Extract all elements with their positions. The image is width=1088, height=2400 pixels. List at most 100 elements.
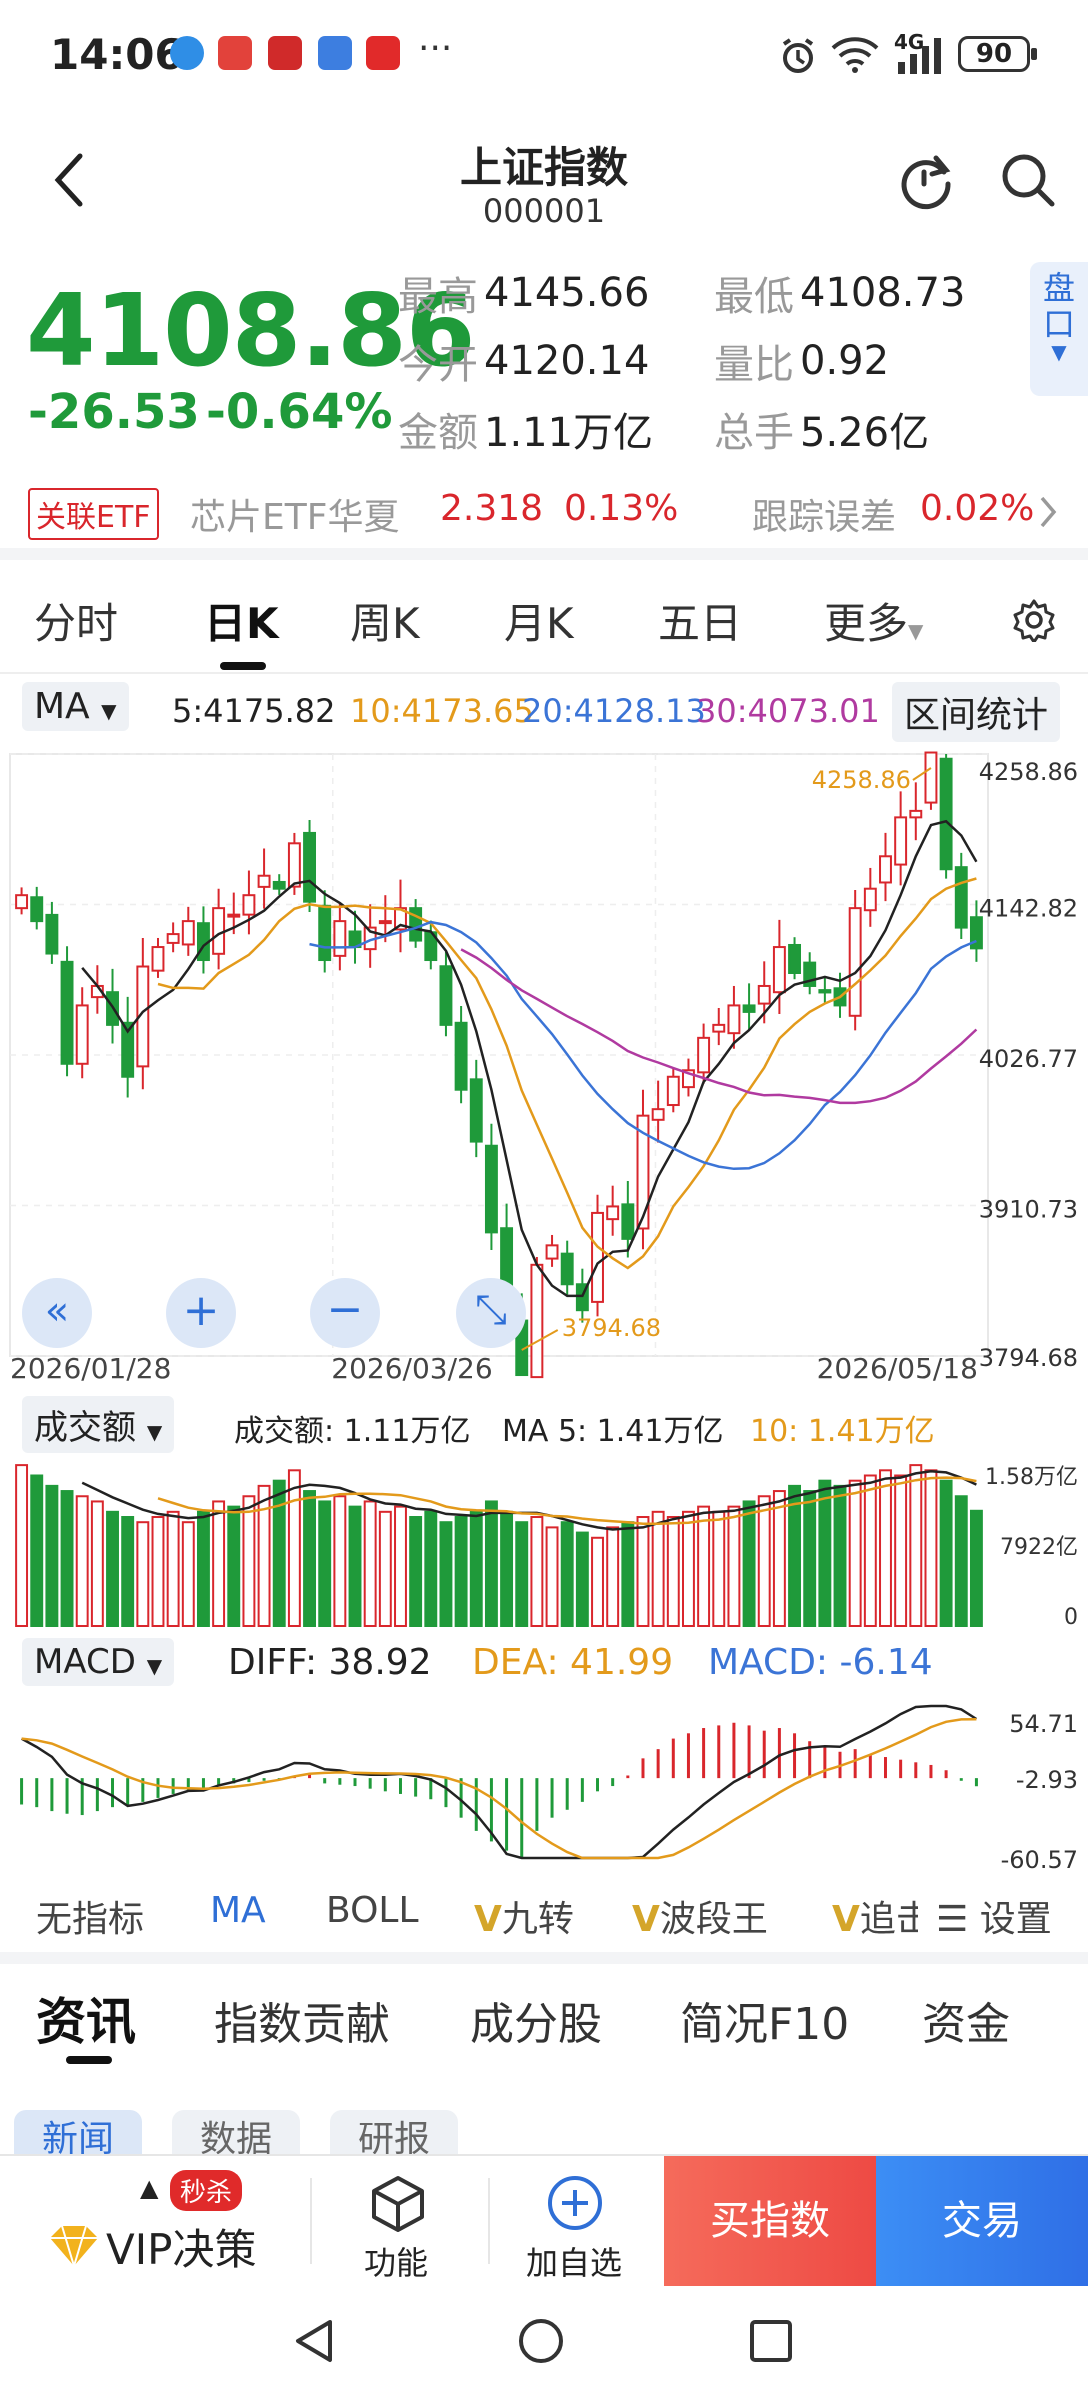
pankou-button[interactable]: 盘口 ▼	[1030, 262, 1088, 396]
divider	[0, 672, 1088, 674]
ma5-value: 5:4175.82	[172, 692, 336, 730]
gear-icon[interactable]	[1012, 598, 1056, 642]
volume-bar	[363, 1500, 377, 1627]
indicator-boduanwang[interactable]: V波段王	[632, 1890, 768, 1942]
bottom-action-bar: 秒杀 ▲ VIP决策 功能 加自选 买指数 交易	[0, 2154, 1088, 2286]
etf-pct: 0.13%	[564, 488, 679, 529]
stat-value: 1.11万亿	[484, 410, 654, 456]
volume-bar	[863, 1474, 877, 1628]
vip-decision-button[interactable]: 秒杀 ▲ VIP决策	[0, 2156, 310, 2286]
related-etf-tag: 关联ETF	[28, 488, 159, 540]
etf-price: 2.318	[440, 488, 544, 529]
candle	[712, 1023, 726, 1033]
caret-down-icon: ▼	[146, 1420, 163, 1444]
candle	[666, 1075, 680, 1107]
indicator-settings[interactable]: ☰ 设置	[936, 1890, 1052, 1942]
range-stat-button[interactable]: 区间统计	[892, 682, 1061, 742]
candle	[484, 1144, 498, 1234]
divider	[0, 1952, 1088, 1964]
app-icon-5	[366, 36, 400, 70]
buy-index-button[interactable]: 买指数	[664, 2156, 876, 2286]
tab-daily-k[interactable]: 日K	[204, 590, 279, 651]
stat-value: 4120.14	[484, 338, 650, 384]
candle	[75, 1004, 89, 1065]
stat-open: 今开 4120.14	[398, 332, 649, 390]
macd-axis-label: -60.57	[1001, 1846, 1078, 1870]
volume-bar	[136, 1521, 150, 1627]
stat-value: 4108.73	[800, 270, 966, 316]
macd-diff: DIFF: 38.92	[228, 1642, 432, 1683]
date-axis-label: 2026/03/26	[331, 1352, 492, 1384]
tab-monthly-k[interactable]: 月K	[504, 590, 574, 651]
stat-label: 金额	[398, 410, 478, 456]
function-button[interactable]: 功能	[312, 2156, 488, 2286]
indicator-zhuiji[interactable]: V追击	[832, 1890, 918, 1942]
tab-f10[interactable]: 简况F10	[680, 1988, 849, 2052]
kline-chart[interactable]: 4258.86 4142.82 4026.77 3910.73 3794.68 4258.…	[0, 744, 1088, 1384]
indicator-label: 追击	[859, 1899, 918, 1940]
volume-selector[interactable]: 成交额 ▼	[22, 1396, 175, 1453]
macd-chart[interactable]: 54.71 -2.93 -60.57	[0, 1692, 1088, 1870]
candle	[697, 1036, 711, 1074]
page-header: 上证指数 000001	[0, 120, 1088, 240]
candle	[606, 1205, 620, 1221]
volume-bar	[303, 1490, 317, 1627]
indicator-none[interactable]: 无指标	[36, 1890, 144, 1942]
status-bar: 14:06 ··· 4G 90	[0, 0, 1088, 110]
search-icon[interactable]	[998, 150, 1058, 210]
indicator-jiuzhuan[interactable]: V九转	[474, 1890, 574, 1942]
tab-weekly-k[interactable]: 周K	[350, 590, 420, 651]
volume-bar	[15, 1464, 29, 1628]
tab-news[interactable]: 资讯	[36, 1982, 136, 2054]
settings-list-icon: ☰	[936, 1899, 969, 1940]
tab-index-contribution[interactable]: 指数贡献	[214, 1988, 390, 2052]
candle	[621, 1203, 635, 1240]
price-axis-label: 3910.73	[979, 1195, 1078, 1223]
tab-capital[interactable]: 资金	[922, 1988, 1010, 2052]
add-watchlist-label: 加自选	[526, 2244, 623, 2282]
candle	[166, 933, 180, 944]
price-change: -26.53	[28, 384, 200, 440]
scroll-left-button[interactable]: «	[22, 1278, 92, 1348]
info-tabs: 资讯 指数贡献 成分股 简况F10 资金	[0, 1968, 1088, 2068]
nav-home-icon[interactable]	[516, 2316, 566, 2366]
tab-five-day[interactable]: 五日	[658, 590, 742, 651]
trade-button[interactable]: 交易	[876, 2156, 1088, 2286]
tab-constituents[interactable]: 成分股	[470, 1988, 602, 2052]
expand-chart-button[interactable]: ⤡	[456, 1278, 526, 1348]
zoom-in-button[interactable]: +	[166, 1278, 236, 1348]
indicator-boll[interactable]: BOLL	[326, 1890, 419, 1931]
add-watchlist-button[interactable]: 加自选	[490, 2156, 664, 2286]
tab-intraday[interactable]: 分时	[34, 590, 118, 651]
indicator-label: 设置	[979, 1899, 1052, 1940]
volume-bar	[121, 1516, 135, 1627]
volume-bar	[621, 1521, 635, 1627]
tab-more[interactable]: 更多▼	[824, 590, 923, 651]
plus-circle-icon	[548, 2176, 602, 2230]
candle	[591, 1211, 604, 1303]
volume-bar	[166, 1510, 180, 1627]
stat-value: 4145.66	[484, 270, 650, 316]
indicator-ma[interactable]: MA	[210, 1890, 266, 1931]
volume-bar	[924, 1469, 938, 1627]
volume-axis-label: 0	[1064, 1605, 1078, 1630]
price-axis-label: 4142.82	[979, 894, 1078, 922]
ma-selector[interactable]: MA ▼	[22, 682, 129, 731]
volume-bar	[833, 1484, 847, 1628]
macd-selector[interactable]: MACD ▼	[22, 1638, 175, 1686]
ma30-value: 30:4073.01	[696, 692, 880, 730]
stat-label: 量比	[714, 342, 794, 388]
volume-bar	[424, 1510, 438, 1627]
volume-bar	[515, 1521, 529, 1627]
volume-chart[interactable]: 1.58万亿 7922亿 0	[0, 1454, 1088, 1632]
indicator-label: 九转	[501, 1899, 574, 1940]
nav-back-icon[interactable]	[290, 2316, 340, 2366]
zoom-out-button[interactable]: −	[310, 1278, 380, 1348]
news-subtabs: 新闻 数据 研报	[0, 2100, 1088, 2170]
refresh-icon[interactable]	[896, 150, 956, 210]
stat-amount: 金额 1.11万亿	[398, 400, 653, 458]
calendar-icon	[318, 36, 352, 70]
related-etf-row[interactable]: 关联ETF 芯片ETF华夏 2.318 0.13% 跟踪误差 0.02%	[0, 470, 1088, 544]
volume-bar	[45, 1484, 59, 1628]
nav-recents-icon[interactable]	[746, 2316, 796, 2366]
